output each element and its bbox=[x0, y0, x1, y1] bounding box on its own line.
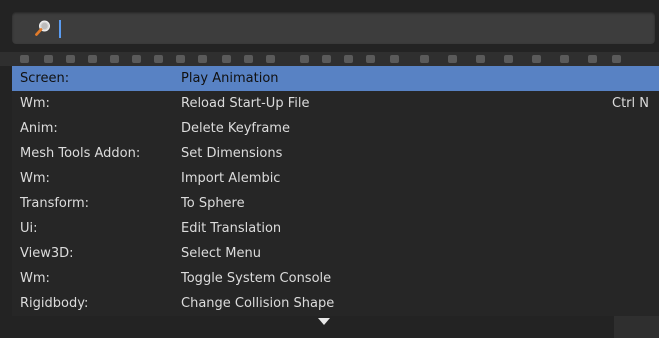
result-operator: Reload Start-Up File bbox=[181, 96, 310, 111]
result-operator: Delete Keyframe bbox=[181, 121, 290, 136]
result-operator: Change Collision Shape bbox=[181, 296, 335, 311]
background-toolbar-icon bbox=[560, 55, 569, 63]
result-operator: Edit Translation bbox=[181, 221, 282, 236]
background-toolbar-icon bbox=[154, 55, 163, 63]
result-category: Wm: bbox=[20, 271, 50, 286]
result-operator: Set Dimensions bbox=[181, 146, 283, 161]
result-row[interactable]: Mesh Tools Addon: Set Dimensions bbox=[12, 141, 659, 166]
search-input[interactable] bbox=[64, 18, 648, 40]
result-row[interactable]: Anim: Delete Keyframe bbox=[12, 116, 659, 141]
background-toolbar-icon bbox=[322, 55, 331, 63]
scroll-down-arrow-icon[interactable] bbox=[318, 318, 330, 325]
text-cursor bbox=[59, 20, 61, 38]
result-shortcut: Ctrl N bbox=[612, 96, 649, 111]
background-toolbar-icon bbox=[504, 55, 513, 63]
result-category: Rigidbody: bbox=[20, 296, 89, 311]
background-toolbar-icon bbox=[390, 55, 399, 63]
background-toolbar-icon bbox=[612, 55, 621, 63]
background-toolbar-icon bbox=[476, 55, 485, 63]
result-row[interactable]: Screen: Play Animation bbox=[12, 66, 659, 91]
result-category: View3D: bbox=[20, 246, 74, 261]
result-category: Wm: bbox=[20, 171, 50, 186]
background-toolbar-icon bbox=[176, 55, 185, 63]
search-field[interactable] bbox=[12, 12, 655, 44]
result-category: Wm: bbox=[20, 96, 50, 111]
background-toolbar-icon bbox=[448, 55, 457, 63]
search-results-list: Screen: Play Animation Wm: Reload Start-Up … bbox=[12, 66, 659, 316]
result-category: Screen: bbox=[20, 71, 70, 86]
background-toolbar-icon bbox=[244, 55, 253, 63]
result-operator: Import Alembic bbox=[181, 171, 281, 186]
result-row[interactable]: View3D: Select Menu bbox=[12, 241, 659, 266]
background-toolbar-icon bbox=[344, 55, 353, 63]
background-toolbar-icon bbox=[132, 55, 141, 63]
background-toolbar-icon bbox=[44, 55, 53, 63]
background-toolbar-icon bbox=[266, 55, 275, 63]
result-row[interactable]: Transform: To Sphere bbox=[12, 191, 659, 216]
magnifier-icon bbox=[35, 20, 50, 36]
result-operator: To Sphere bbox=[181, 196, 245, 211]
result-operator: Toggle System Console bbox=[181, 271, 332, 286]
background-toolbar-icon bbox=[66, 55, 75, 63]
background-toolbar-icon bbox=[222, 55, 231, 63]
result-category: Ui: bbox=[20, 221, 38, 236]
result-category: Mesh Tools Addon: bbox=[20, 146, 141, 161]
result-category: Anim: bbox=[20, 121, 58, 136]
background-toolbar-icon bbox=[110, 55, 119, 63]
result-operator: Play Animation bbox=[181, 71, 279, 86]
background-toolbar-icon bbox=[588, 55, 597, 63]
background-toolbar-icon bbox=[198, 55, 207, 63]
background-toolbar-icon bbox=[300, 55, 309, 63]
operator-search-popup: Screen: Play Animation Wm: Reload Start-Up … bbox=[0, 0, 659, 338]
result-row[interactable]: Wm: Import Alembic bbox=[12, 166, 659, 191]
background-toolbar-icon bbox=[20, 55, 29, 63]
result-row[interactable]: Wm: Toggle System Console bbox=[12, 266, 659, 291]
result-operator: Select Menu bbox=[181, 246, 261, 261]
background-toolbar-icon bbox=[532, 55, 541, 63]
background-toolbar-icon bbox=[88, 55, 97, 63]
result-row[interactable]: Wm: Reload Start-Up File Ctrl N bbox=[12, 91, 659, 116]
result-category: Transform: bbox=[20, 196, 90, 211]
result-row[interactable]: Rigidbody: Change Collision Shape bbox=[12, 291, 659, 316]
background-toolbar-icon bbox=[420, 55, 429, 63]
background-toolbar-icon bbox=[366, 55, 375, 63]
result-row[interactable]: Ui: Edit Translation bbox=[12, 216, 659, 241]
